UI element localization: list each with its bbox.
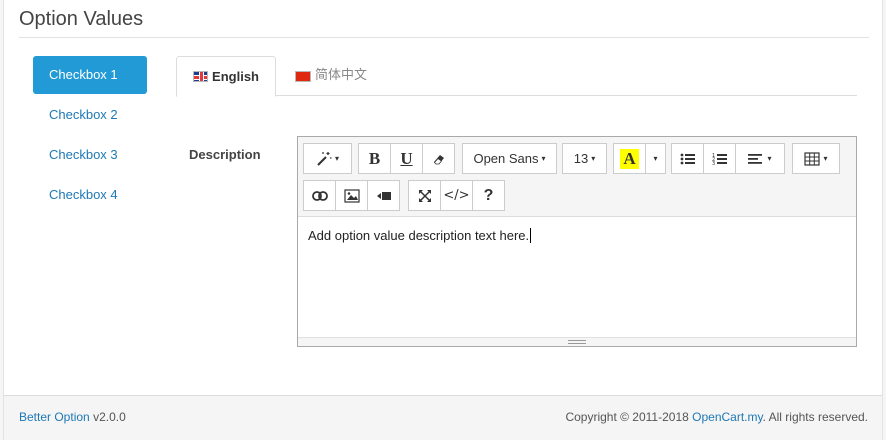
flag-cn-icon bbox=[295, 70, 311, 82]
clear-format-button[interactable] bbox=[422, 143, 455, 174]
option-tab-checkbox-4[interactable]: Checkbox 4 bbox=[33, 176, 147, 214]
flag-gb-icon bbox=[193, 71, 209, 82]
insert-video-button[interactable] bbox=[367, 180, 400, 211]
chevron-down-icon: ▾ bbox=[653, 154, 658, 163]
company-link[interactable]: OpenCart.my bbox=[692, 410, 762, 424]
code-icon: </> bbox=[443, 188, 470, 203]
option-tab-checkbox-2[interactable]: Checkbox 2 bbox=[33, 96, 147, 134]
table-icon bbox=[804, 151, 821, 166]
help-button[interactable]: ? bbox=[472, 180, 505, 211]
option-values-panel: Option Values Checkbox 1 Checkbox 2 Chec… bbox=[3, 0, 883, 395]
bold-icon: B bbox=[368, 148, 381, 168]
code-view-button[interactable]: </> bbox=[440, 180, 473, 211]
font-size-dropdown[interactable]: 13 ▾ bbox=[562, 143, 607, 174]
link-icon bbox=[311, 190, 328, 201]
footer-version-info: Better Option v2.0.0 bbox=[19, 410, 126, 424]
font-family-dropdown[interactable]: Open Sans ▾ bbox=[462, 143, 557, 174]
numbered-list-icon: 1 2 3 bbox=[712, 153, 727, 166]
style-dropdown-button[interactable]: ▾ bbox=[303, 143, 352, 174]
footer-copyright: Copyright © 2011-2018 OpenCart.my. All r… bbox=[565, 410, 868, 424]
picture-icon bbox=[343, 188, 360, 203]
tab-chinese[interactable]: 简体中文 bbox=[279, 56, 383, 96]
fullscreen-icon bbox=[418, 189, 431, 202]
chevron-down-icon: ▾ bbox=[591, 154, 596, 163]
copyright-prefix: Copyright © 2011-2018 bbox=[565, 410, 689, 424]
chevron-down-icon: ▾ bbox=[767, 154, 772, 163]
editor-resize-handle[interactable] bbox=[298, 337, 856, 346]
tab-english-label: English bbox=[212, 68, 259, 84]
rich-text-editor: ▾ B U Open Sans ▾ 13 ▾ A ▾ 1 2 3 ▾ ▾ </>… bbox=[297, 136, 857, 347]
option-tab-list: Checkbox 1 Checkbox 2 Checkbox 3 Checkbo… bbox=[33, 56, 147, 216]
option-tab-checkbox-3[interactable]: Checkbox 3 bbox=[33, 136, 147, 174]
chevron-down-icon: ▾ bbox=[334, 154, 339, 163]
highlight-color-button[interactable]: A bbox=[613, 143, 646, 174]
description-label: Description bbox=[189, 147, 261, 162]
video-icon bbox=[376, 191, 391, 200]
fullscreen-button[interactable] bbox=[408, 180, 441, 211]
bullet-list-icon bbox=[680, 153, 695, 164]
font-size-value: 13 bbox=[573, 151, 589, 166]
editor-text: Add option value description text here. bbox=[308, 228, 530, 243]
unordered-list-button[interactable] bbox=[671, 143, 704, 174]
option-tab-checkbox-1[interactable]: Checkbox 1 bbox=[33, 56, 147, 94]
editor-toolbar: ▾ B U Open Sans ▾ 13 ▾ A ▾ 1 2 3 ▾ ▾ </>… bbox=[298, 137, 856, 217]
product-link[interactable]: Better Option bbox=[19, 410, 90, 424]
language-tabs: English 简体中文 bbox=[176, 56, 857, 97]
text-cursor bbox=[530, 228, 532, 243]
svg-text:3: 3 bbox=[712, 161, 715, 166]
help-icon: ? bbox=[483, 186, 494, 204]
chevron-down-icon: ▾ bbox=[541, 154, 546, 163]
tab-chinese-label: 简体中文 bbox=[315, 68, 368, 83]
eraser-icon bbox=[433, 154, 444, 164]
magic-wand-icon bbox=[317, 151, 332, 166]
table-dropdown-button[interactable]: ▾ bbox=[792, 143, 840, 174]
underline-button[interactable]: U bbox=[390, 143, 423, 174]
highlight-color-icon: A bbox=[620, 148, 639, 169]
paragraph-align-dropdown[interactable]: ▾ bbox=[735, 143, 785, 174]
editor-content-area[interactable]: Add option value description text here. bbox=[308, 228, 532, 243]
underline-icon: U bbox=[400, 148, 413, 168]
insert-link-button[interactable] bbox=[303, 180, 336, 211]
chevron-down-icon: ▾ bbox=[823, 154, 828, 163]
insert-picture-button[interactable] bbox=[335, 180, 368, 211]
bold-button[interactable]: B bbox=[358, 143, 391, 174]
copyright-suffix: . All rights reserved. bbox=[762, 410, 868, 424]
title-divider bbox=[19, 37, 869, 38]
tab-english[interactable]: English bbox=[176, 56, 276, 97]
align-left-icon bbox=[748, 153, 763, 164]
page-footer: Better Option v2.0.0 Copyright © 2011-20… bbox=[3, 395, 883, 440]
grip-icon bbox=[568, 340, 586, 344]
color-dropdown-button[interactable]: ▾ bbox=[645, 143, 666, 174]
page-title: Option Values bbox=[19, 8, 144, 30]
font-family-value: Open Sans bbox=[473, 151, 539, 166]
version-text: v2.0.0 bbox=[93, 410, 126, 424]
ordered-list-button[interactable]: 1 2 3 bbox=[703, 143, 736, 174]
